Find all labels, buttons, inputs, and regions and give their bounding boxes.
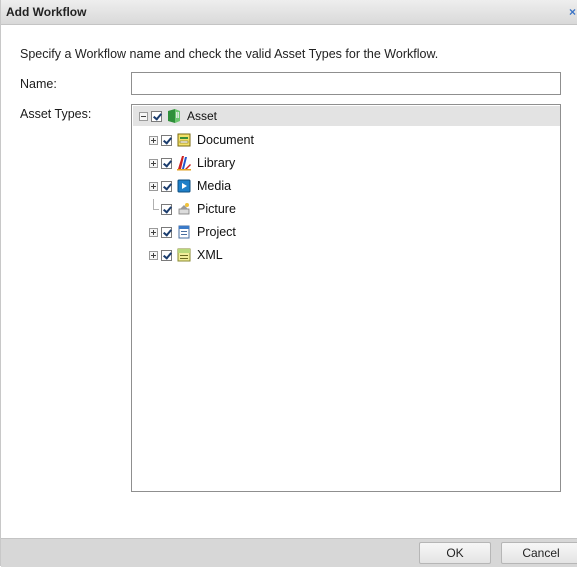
picture-checkbox[interactable]	[161, 203, 172, 215]
library-checkbox[interactable]	[161, 157, 172, 169]
tree-node-project[interactable]: Project	[149, 222, 236, 242]
tree-node-label: Asset	[187, 109, 218, 123]
library-icon	[176, 155, 192, 171]
tree-node-label: Library	[197, 156, 236, 170]
expand-toggle-icon[interactable]	[149, 135, 158, 145]
workflow-name-input[interactable]	[131, 72, 561, 95]
tree-node-label: Media	[197, 179, 232, 193]
dialog-title: Add Workflow	[6, 5, 87, 19]
tree-node-media[interactable]: Media	[149, 176, 231, 196]
expand-toggle-icon[interactable]	[149, 158, 158, 168]
tree-node-label: Project	[197, 225, 236, 239]
collapse-toggle-icon[interactable]	[139, 111, 148, 121]
media-checkbox[interactable]	[161, 180, 172, 192]
name-label: Name:	[20, 77, 57, 91]
expand-toggle-icon[interactable]	[149, 181, 158, 191]
asset-checkbox[interactable]	[151, 110, 162, 122]
instructions-text: Specify a Workflow name and check the va…	[20, 47, 439, 61]
dialog-titlebar: Add Workflow ×	[1, 0, 577, 25]
tree-node-library[interactable]: Library	[149, 153, 235, 173]
asset-types-label: Asset Types:	[20, 107, 92, 121]
dialog-footer: OK Cancel	[1, 538, 577, 567]
expand-toggle-icon[interactable]	[149, 250, 158, 260]
tree-connector	[149, 199, 159, 219]
picture-icon	[176, 201, 192, 217]
media-icon	[176, 178, 192, 194]
xml-icon	[176, 247, 192, 263]
project-icon	[176, 224, 192, 240]
close-icon[interactable]: ×	[569, 5, 577, 19]
add-workflow-dialog: Add Workflow × Specify a Workflow name a…	[0, 0, 577, 567]
tree-node-xml[interactable]: XML	[149, 245, 223, 265]
tree-node-label: Picture	[197, 202, 236, 216]
expand-toggle-icon[interactable]	[149, 227, 158, 237]
asset-types-tree[interactable]: Asset Document Library Media Picture Pro…	[131, 104, 561, 492]
tree-node-picture[interactable]: Picture	[149, 199, 236, 219]
asset-icon	[166, 108, 182, 124]
project-checkbox[interactable]	[161, 226, 172, 238]
tree-node-document[interactable]: Document	[149, 130, 254, 150]
cancel-button[interactable]: Cancel	[501, 542, 577, 564]
xml-checkbox[interactable]	[161, 249, 172, 261]
tree-node-label: Document	[197, 133, 254, 147]
tree-node-asset[interactable]: Asset	[133, 106, 560, 126]
document-checkbox[interactable]	[161, 134, 172, 146]
tree-node-label: XML	[197, 248, 223, 262]
ok-button[interactable]: OK	[419, 542, 491, 564]
document-icon	[176, 132, 192, 148]
